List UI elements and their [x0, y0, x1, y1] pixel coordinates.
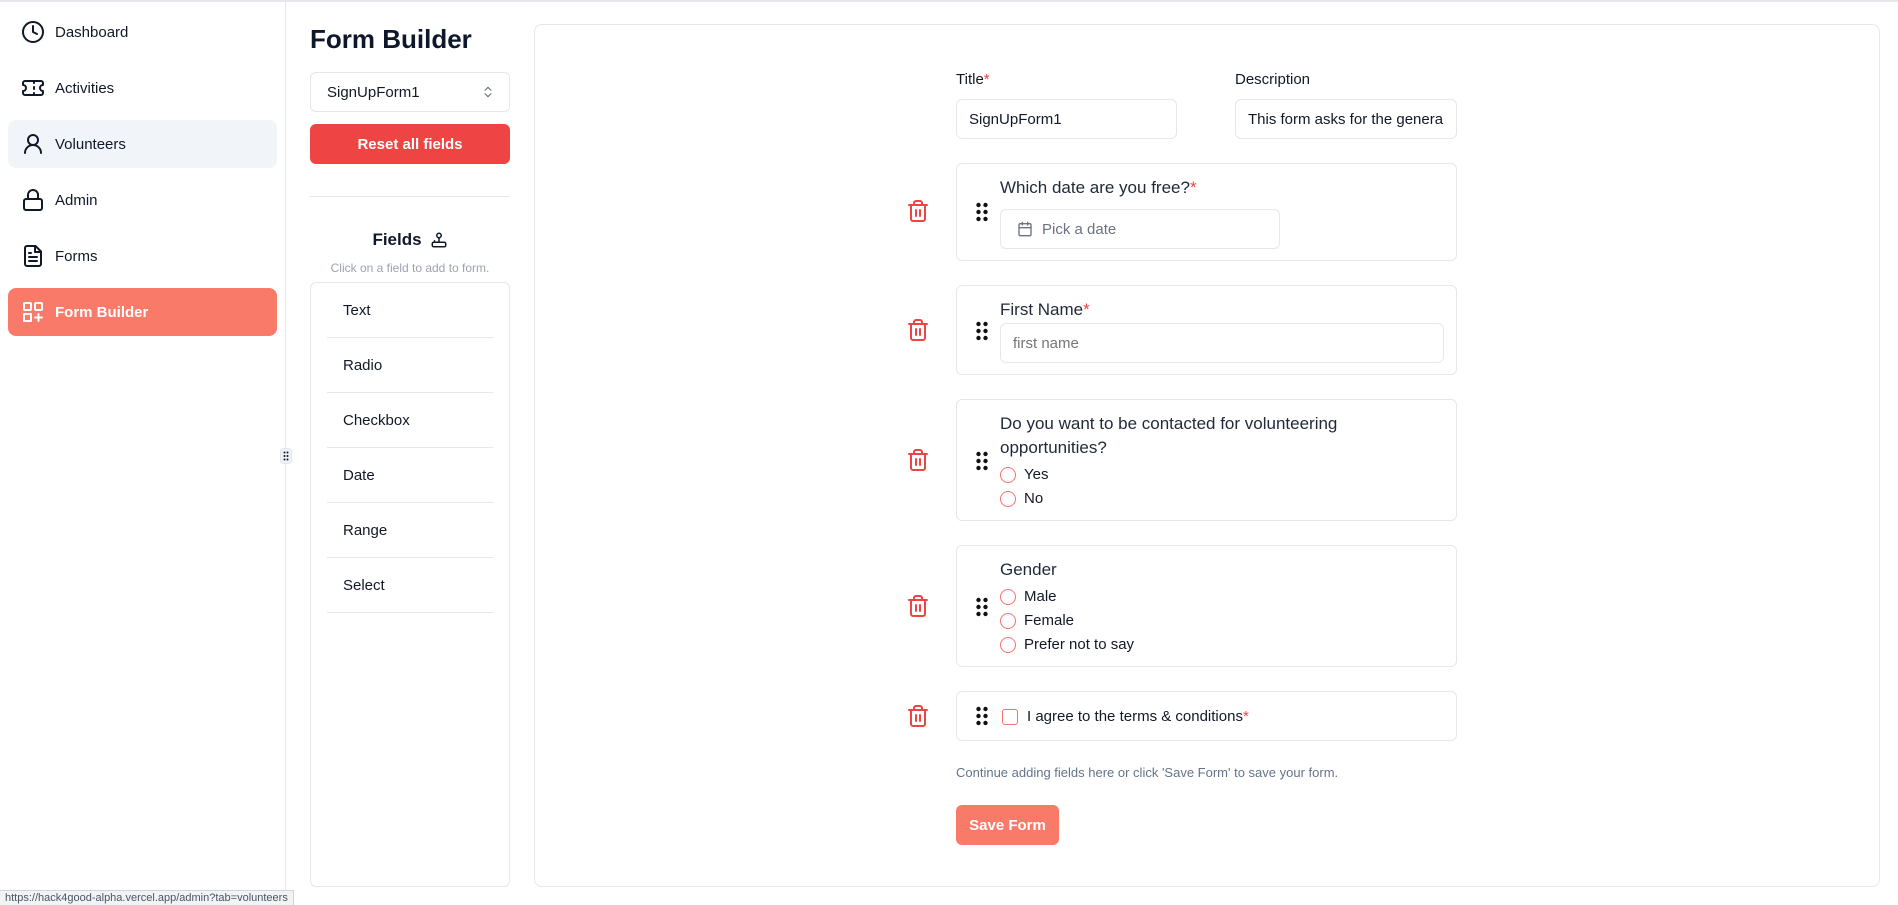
sidebar-item-label: Form Builder	[55, 303, 149, 321]
sidebar-item-activities[interactable]: Activities	[8, 64, 277, 112]
radio-option-female[interactable]: Female	[1000, 612, 1074, 629]
panel-resize-handle[interactable]	[280, 448, 292, 464]
option-label: Prefer not to say	[1024, 636, 1135, 653]
radio-button[interactable]	[1000, 466, 1016, 483]
grip-icon[interactable]	[975, 706, 989, 726]
sidebar-item-forms[interactable]: Forms	[8, 232, 277, 280]
date-picker-button[interactable]: Pick a date	[1000, 209, 1280, 249]
trash-icon[interactable]	[906, 704, 930, 728]
status-bar-url: https://hack4good-alpha.vercel.app/admin…	[0, 890, 294, 905]
sidebar-item-label: Forms	[55, 247, 98, 265]
option-label: Male	[1024, 588, 1057, 605]
form-title-input[interactable]	[956, 99, 1177, 139]
terms-checkbox[interactable]	[1002, 708, 1018, 725]
field-type-date[interactable]: Date	[327, 448, 493, 503]
joystick-icon	[431, 232, 447, 248]
grip-icon[interactable]	[975, 202, 989, 222]
form-field-card-gender: Gender Male Female Prefer not to say	[956, 545, 1457, 667]
radio-button[interactable]	[1000, 490, 1016, 507]
field-type-list: Text Radio Checkbox Date Range Select	[310, 282, 510, 887]
required-mark: *	[1083, 300, 1090, 319]
field-type-text[interactable]: Text	[327, 283, 493, 338]
grip-icon[interactable]	[975, 451, 989, 471]
helper-text: Continue adding fields here or click 'Sa…	[956, 765, 1339, 780]
form-field-card-first-name: First Name*	[956, 285, 1457, 375]
date-placeholder: Pick a date	[1042, 220, 1117, 238]
trash-icon[interactable]	[906, 199, 930, 223]
field-type-select[interactable]: Select	[327, 558, 493, 613]
grip-icon[interactable]	[975, 597, 989, 617]
question-label-line: opportunities?	[1000, 438, 1107, 457]
required-mark: *	[1242, 708, 1249, 725]
radio-button[interactable]	[1000, 636, 1016, 653]
clock-icon	[22, 21, 44, 43]
form-field-card-date: Which date are you free?* Pick a date	[956, 163, 1457, 261]
form-select-value: SignUpForm1	[327, 83, 420, 101]
field-type-radio[interactable]: Radio	[327, 338, 493, 393]
title-label: Title*	[956, 71, 990, 88]
sidebar-item-dashboard[interactable]: Dashboard	[8, 8, 277, 56]
radio-option-male[interactable]: Male	[1000, 588, 1057, 605]
sidebar-item-form-builder[interactable]: Form Builder	[8, 288, 277, 336]
form-select[interactable]: SignUpForm1	[310, 72, 510, 112]
form-description-input[interactable]	[1235, 99, 1457, 139]
terms-checkbox-option[interactable]: I agree to the terms & conditions *	[1002, 708, 1249, 725]
radio-option-yes[interactable]: Yes	[1000, 466, 1048, 483]
sidebar-item-admin[interactable]: Admin	[8, 176, 277, 224]
option-label: Female	[1024, 612, 1075, 629]
option-label: Yes	[1024, 466, 1049, 483]
sidebar-item-volunteers[interactable]: Volunteers	[8, 120, 277, 168]
option-label: I agree to the terms & conditions	[1027, 708, 1243, 725]
radio-option-no[interactable]: No	[1000, 490, 1043, 507]
field-type-checkbox[interactable]: Checkbox	[327, 393, 493, 448]
trash-icon[interactable]	[906, 448, 930, 472]
sidebar-item-label: Dashboard	[55, 23, 129, 41]
trash-icon[interactable]	[906, 594, 930, 618]
reset-all-fields-button[interactable]: Reset all fields	[310, 124, 510, 164]
page-title: Form Builder	[310, 24, 472, 54]
question-label: Gender	[1000, 560, 1057, 579]
user-icon	[24, 134, 42, 154]
field-type-range[interactable]: Range	[327, 503, 493, 558]
title-label-text: Title	[956, 71, 984, 88]
save-form-button[interactable]: Save Form	[956, 805, 1059, 845]
fields-hint: Click on a field to add to form.	[330, 261, 490, 275]
description-label: Description	[1235, 71, 1311, 88]
calendar-icon	[1018, 221, 1032, 237]
trash-icon[interactable]	[906, 318, 930, 342]
grip-vertical-icon	[283, 451, 289, 461]
grip-icon[interactable]	[975, 321, 989, 341]
form-field-card-contact: Do you want to be contacted for voluntee…	[956, 399, 1457, 521]
first-name-input[interactable]	[1000, 323, 1444, 363]
radio-button[interactable]	[1000, 612, 1016, 629]
question-label: First Name*	[1000, 298, 1090, 322]
question-label: Do you want to be contacted for voluntee…	[1000, 412, 1337, 460]
radio-option-prefer-not-to-say[interactable]: Prefer not to say	[1000, 636, 1134, 653]
lock-icon	[23, 189, 43, 211]
sidebar-item-label: Activities	[55, 79, 115, 97]
question-label-text: Which date are you free?	[1000, 178, 1190, 197]
divider	[310, 196, 510, 197]
form-field-card-terms: I agree to the terms & conditions *	[956, 691, 1457, 741]
required-mark: *	[1189, 178, 1197, 197]
question-label: Which date are you free?*	[1000, 176, 1197, 200]
ticket-icon	[22, 80, 44, 96]
fields-title: Fields	[372, 230, 422, 249]
chevrons-up-down-icon	[484, 86, 492, 98]
fields-heading: Fields	[310, 230, 510, 250]
sidebar-item-label: Volunteers	[55, 135, 126, 153]
layout-blocks-icon	[23, 302, 43, 322]
sidebar-item-label: Admin	[55, 191, 98, 209]
required-mark: *	[983, 71, 990, 88]
file-text-icon	[24, 245, 42, 267]
radio-button[interactable]	[1000, 588, 1016, 605]
question-label-line: Do you want to be contacted for voluntee…	[1000, 414, 1338, 433]
option-label: No	[1024, 490, 1044, 507]
sidebar: Dashboard Activities Volunteers Admin Fo…	[0, 0, 286, 905]
question-label-text: First Name	[1000, 300, 1084, 319]
